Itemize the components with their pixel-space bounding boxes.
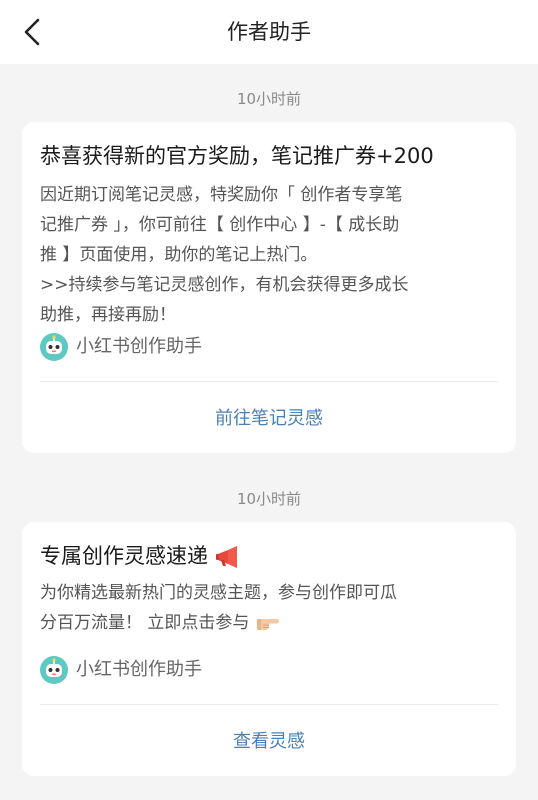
megaphone-icon <box>215 546 237 568</box>
message-body-line: 助推，再接再励！ <box>40 305 176 325</box>
message-body-line: >>持续参与笔记灵感创作，有机会获得更多成长 <box>40 275 409 295</box>
sender-name: 小红书创作助手 <box>76 336 202 357</box>
view-inspiration-link[interactable]: 查看灵感 <box>22 727 516 753</box>
message-card: 专属创作灵感速递 为你精选最新热门的灵感主题，参与创作即可瓜 分百万流量！ 立即… <box>22 522 516 776</box>
page-title: 作者助手 <box>227 20 311 44</box>
sender-name: 小红书创作助手 <box>76 659 202 680</box>
message-body: 因近期订阅笔记灵感，特奖励你「 创作者专享笔 记推广券 」，你可前往【 创作中心… <box>40 180 502 330</box>
message-body-line: 记推广券 」，你可前往【 创作中心 】-【 成长助 <box>40 215 400 235</box>
message-timestamp: 10小时前 <box>236 90 302 108</box>
message-body-line: 分百万流量！ 立即点击参与 <box>40 608 502 638</box>
robot-avatar-icon <box>40 333 68 361</box>
divider <box>40 704 498 705</box>
message-title-text: 专属创作灵感速递 <box>40 544 208 568</box>
message-body-line: 推 】页面使用，助你的笔记上热门。 <box>40 245 318 265</box>
message-timestamp: 10小时前 <box>236 490 302 508</box>
message-title: 专属创作灵感速递 <box>40 542 506 570</box>
back-button[interactable] <box>14 12 54 52</box>
go-to-inspiration-link[interactable]: 前往笔记灵感 <box>22 404 516 430</box>
message-body: 为你精选最新热门的灵感主题，参与创作即可瓜 分百万流量！ 立即点击参与 <box>40 578 502 638</box>
message-body-text: 分百万流量！ 立即点击参与 <box>40 613 250 633</box>
pointing-right-hand-icon <box>256 619 279 630</box>
divider <box>40 381 498 382</box>
chevron-left-icon <box>24 18 40 46</box>
message-body-line: 为你精选最新热门的灵感主题，参与创作即可瓜 <box>40 583 397 603</box>
message-title: 恭喜获得新的官方奖励，笔记推广券+200 <box>40 144 434 168</box>
robot-avatar-icon <box>40 656 68 684</box>
message-card: 恭喜获得新的官方奖励，笔记推广券+200 因近期订阅笔记灵感，特奖励你「 创作者… <box>22 122 516 453</box>
top-nav-bar: 作者助手 <box>0 0 538 64</box>
message-body-line: 因近期订阅笔记灵感，特奖励你「 创作者专享笔 <box>40 185 403 205</box>
